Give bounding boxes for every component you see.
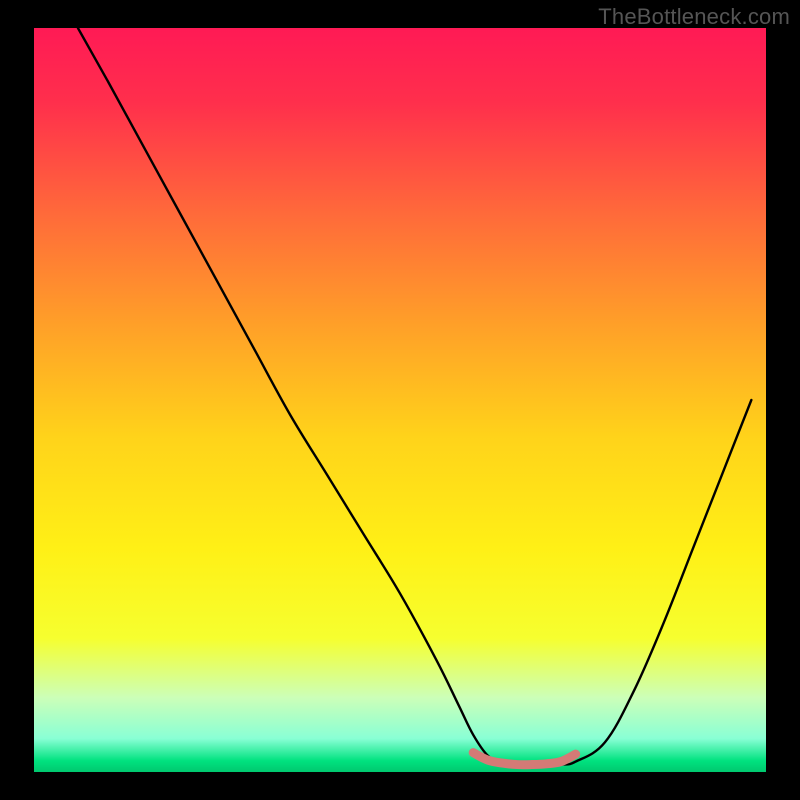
plot-area — [34, 28, 766, 772]
watermark-label: TheBottleneck.com — [598, 4, 790, 30]
chart-frame: TheBottleneck.com — [0, 0, 800, 800]
gradient-background — [34, 28, 766, 772]
bottleneck-chart — [34, 28, 766, 772]
